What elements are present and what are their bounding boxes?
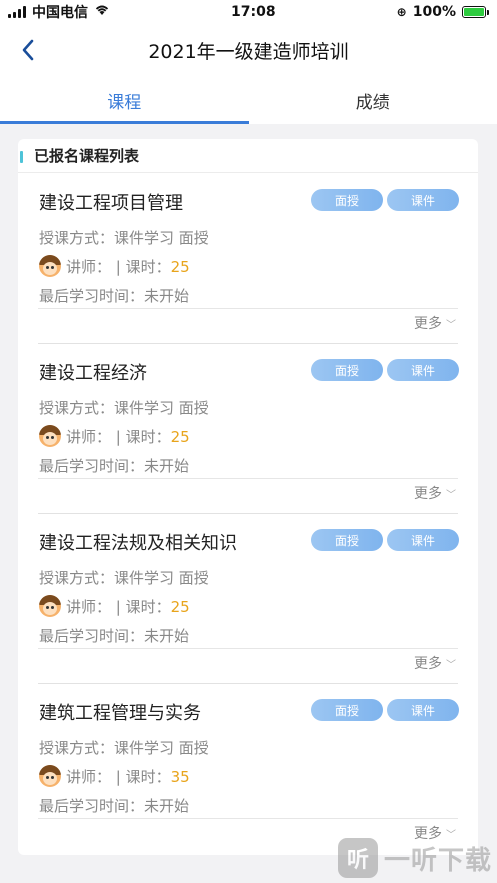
more-button[interactable]: 更多 ﹀ <box>414 313 456 333</box>
course-card[interactable]: 建设工程项目管理 面授 课件 授课方式：课件学习 面授 讲师： | 课时：25 … <box>18 173 478 343</box>
last-study-label: 最后学习时间： <box>39 287 145 305</box>
page-title: 2021年一级建造师培训 <box>148 40 349 63</box>
teacher-label: 讲师： <box>66 598 112 616</box>
method-value: 课件学习 面授 <box>114 399 209 417</box>
last-study-value: 未开始 <box>144 627 190 645</box>
more-label: 更多 <box>414 316 442 332</box>
teacher-avatar <box>39 595 61 617</box>
last-study-label: 最后学习时间： <box>39 457 145 475</box>
hours-label: | 课时： <box>115 428 171 446</box>
chevron-left-icon <box>22 39 34 61</box>
last-study-line: 最后学习时间：未开始 <box>39 285 189 306</box>
method-line: 授课方式：课件学习 面授 <box>39 397 209 418</box>
chevron-down-icon: ﹀ <box>446 659 456 671</box>
carrier-label: 中国电信 <box>32 5 88 21</box>
hours-label: | 课时： <box>115 768 171 786</box>
last-study-line: 最后学习时间：未开始 <box>39 795 189 816</box>
method-label: 授课方式： <box>39 399 115 417</box>
tag-face-to-face[interactable]: 面授 <box>311 189 383 211</box>
course-name: 建筑工程管理与实务 <box>39 703 201 724</box>
more-button[interactable]: 更多 ﹀ <box>414 653 456 673</box>
more-label: 更多 <box>414 656 442 672</box>
tag-courseware[interactable]: 课件 <box>387 529 459 551</box>
course-card[interactable]: 建设工程法规及相关知识 面授 课件 授课方式：课件学习 面授 讲师： | 课时：… <box>18 513 478 683</box>
teacher-avatar <box>39 425 61 447</box>
battery-percent: 100% <box>412 4 456 20</box>
last-study-value: 未开始 <box>144 797 190 815</box>
tag-courseware[interactable]: 课件 <box>387 359 459 381</box>
method-line: 授课方式：课件学习 面授 <box>39 737 209 758</box>
chevron-down-icon: ﹀ <box>446 489 456 501</box>
clock: 17:08 <box>231 4 276 20</box>
back-button[interactable] <box>14 34 42 66</box>
method-line: 授课方式：课件学习 面授 <box>39 567 209 588</box>
course-card[interactable]: 建设工程经济 面授 课件 授课方式：课件学习 面授 讲师： | 课时：25 最后… <box>18 343 478 513</box>
hours-value: 25 <box>170 258 190 276</box>
hours-value: 25 <box>170 428 190 446</box>
last-study-line: 最后学习时间：未开始 <box>39 625 189 646</box>
divider <box>38 818 458 819</box>
status-right: ⊕ 100% <box>397 4 489 20</box>
teacher-label: 讲师： <box>66 258 112 276</box>
status-left: 中国电信 <box>8 2 110 22</box>
nav-header: 2021年一级建造师培训 <box>0 24 497 76</box>
teacher-avatar <box>39 255 61 277</box>
orientation-lock-icon: ⊕ <box>396 5 407 19</box>
teacher-line: 讲师： | 课时：25 <box>66 426 190 447</box>
method-value: 课件学习 面授 <box>114 739 209 757</box>
tag-courseware[interactable]: 课件 <box>387 189 459 211</box>
section-title: 已报名课程列表 <box>18 139 478 173</box>
chevron-down-icon: ﹀ <box>446 319 456 331</box>
signal-icon <box>8 6 26 18</box>
course-name: 建设工程经济 <box>39 363 147 384</box>
hours-label: | 课时： <box>115 598 171 616</box>
method-value: 课件学习 面授 <box>114 229 209 247</box>
watermark-text: 一听下载 <box>384 845 493 876</box>
method-label: 授课方式： <box>39 739 115 757</box>
battery-charging-icon <box>462 6 489 18</box>
divider <box>38 478 458 479</box>
method-value: 课件学习 面授 <box>114 569 209 587</box>
teacher-label: 讲师： <box>66 768 112 786</box>
last-study-value: 未开始 <box>144 287 190 305</box>
teacher-line: 讲师： | 课时：25 <box>66 256 190 277</box>
teacher-line: 讲师： | 课时：25 <box>66 596 190 617</box>
teacher-line: 讲师： | 课时：35 <box>66 766 190 787</box>
hours-value: 35 <box>170 768 190 786</box>
tag-courseware[interactable]: 课件 <box>387 699 459 721</box>
tag-face-to-face[interactable]: 面授 <box>311 699 383 721</box>
last-study-label: 最后学习时间： <box>39 797 145 815</box>
course-list-panel: 已报名课程列表 建设工程项目管理 面授 课件 授课方式：课件学习 面授 讲师： … <box>18 139 478 855</box>
teacher-label: 讲师： <box>66 428 112 446</box>
more-label: 更多 <box>414 486 442 502</box>
tag-face-to-face[interactable]: 面授 <box>311 359 383 381</box>
course-name: 建设工程项目管理 <box>39 193 183 214</box>
more-button[interactable]: 更多 ﹀ <box>414 483 456 503</box>
course-card[interactable]: 建筑工程管理与实务 面授 课件 授课方式：课件学习 面授 讲师： | 课时：35… <box>18 683 478 853</box>
last-study-label: 最后学习时间： <box>39 627 145 645</box>
last-study-value: 未开始 <box>144 457 190 475</box>
hours-label: | 课时： <box>115 258 171 276</box>
hours-value: 25 <box>170 598 190 616</box>
tab-scores[interactable]: 成绩 <box>249 76 497 124</box>
method-label: 授课方式： <box>39 229 115 247</box>
watermark-logo: 听 <box>338 838 378 878</box>
divider <box>38 648 458 649</box>
tab-bar: 课程 成绩 <box>0 76 497 124</box>
course-name: 建设工程法规及相关知识 <box>39 533 237 554</box>
watermark: 听 一听下载 <box>338 838 492 878</box>
last-study-line: 最后学习时间：未开始 <box>39 455 189 476</box>
method-label: 授课方式： <box>39 569 115 587</box>
method-line: 授课方式：课件学习 面授 <box>39 227 209 248</box>
status-bar: 中国电信 17:08 ⊕ 100% <box>0 0 497 24</box>
divider <box>38 308 458 309</box>
tag-face-to-face[interactable]: 面授 <box>311 529 383 551</box>
teacher-avatar <box>39 765 61 787</box>
tab-courses[interactable]: 课程 <box>0 76 249 124</box>
wifi-icon <box>94 4 110 20</box>
